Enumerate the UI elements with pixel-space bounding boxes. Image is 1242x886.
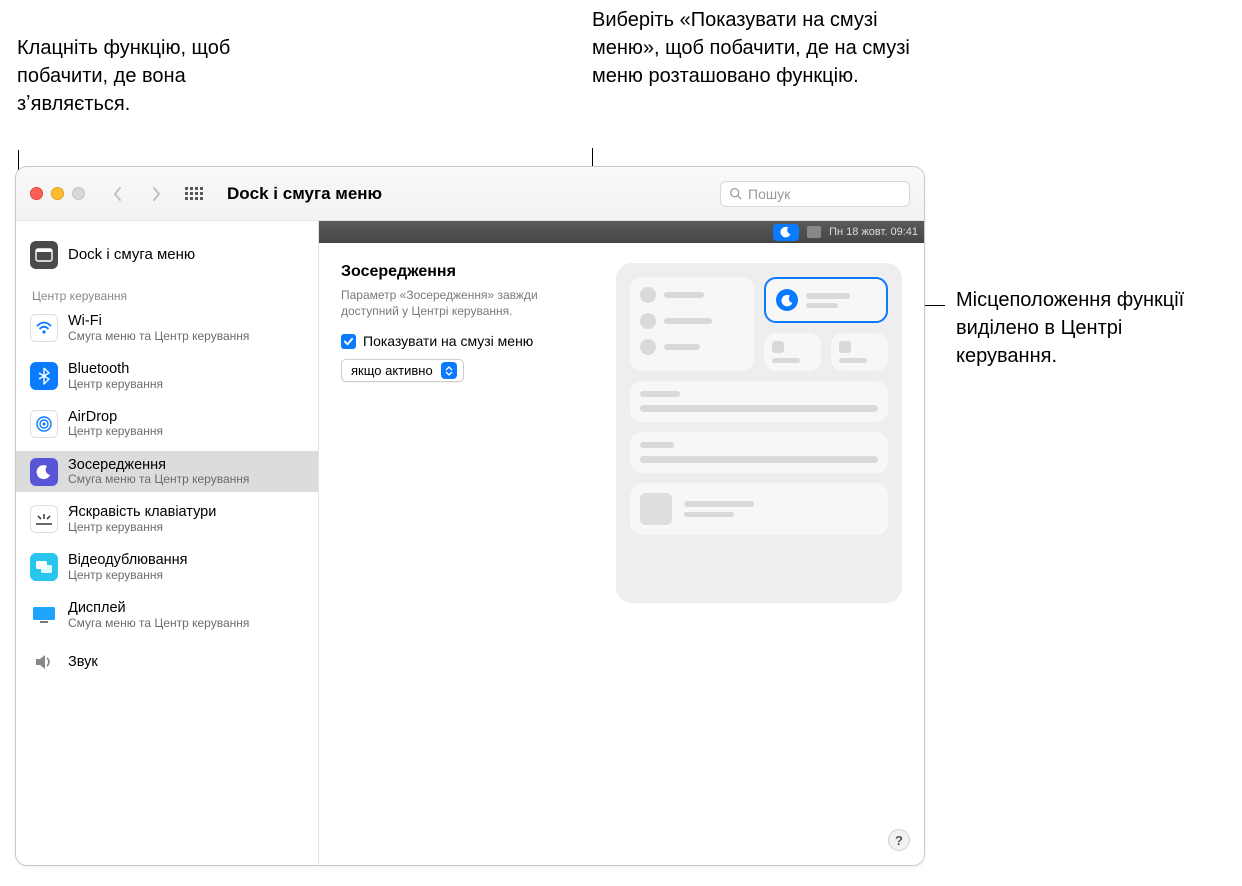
sidebar-item-sublabel: Центр керування: [68, 569, 188, 582]
window-title: Dock і смуга меню: [227, 184, 382, 204]
sidebar-item-label: Дисплей: [68, 600, 249, 617]
sidebar-item-label: Зосередження: [68, 457, 249, 474]
callout-right: Місцеположення функції виділено в Центрі…: [956, 286, 1216, 370]
help-button[interactable]: ?: [888, 829, 910, 851]
sidebar-item-label: AirDrop: [68, 409, 163, 426]
when-active-select[interactable]: якщо активно: [341, 359, 464, 382]
sidebar-item-bluetooth[interactable]: Bluetooth Центр керування: [16, 355, 318, 397]
screen-mirroring-icon: [30, 553, 58, 581]
menubar-preview: Пн 18 жовт. 09:41: [319, 221, 924, 243]
show-all-button[interactable]: [179, 182, 209, 206]
settings-heading: Зосередження: [341, 263, 596, 281]
sidebar-section-header: Центр керування: [16, 275, 318, 307]
sidebar-item-sublabel: Смуга меню та Центр керування: [68, 617, 249, 630]
sidebar-item-label: Dock і смуга меню: [68, 246, 195, 263]
callout-left: Клацніть функцію, щоб побачити, де вона …: [17, 34, 247, 118]
moon-icon: [776, 289, 798, 311]
forward-button: [141, 182, 171, 206]
toolbar: Dock і смуга меню Пошук: [16, 167, 924, 221]
menubar-datetime: Пн 18 жовт. 09:41: [829, 226, 918, 238]
checkbox-icon: [341, 334, 356, 349]
bluetooth-icon: [30, 362, 58, 390]
sidebar-item-label: Відеодублювання: [68, 552, 188, 569]
settings-description: Параметр «Зосередження» завжди доступний…: [341, 287, 596, 319]
menubar-control-center-icon: [807, 226, 821, 238]
cc-tile: [764, 333, 821, 371]
callout-top: Виберіть «Показувати на смузі меню», щоб…: [592, 6, 912, 90]
minimize-window-button[interactable]: [51, 187, 64, 200]
show-in-menubar-checkbox[interactable]: Показувати на смузі меню: [341, 333, 596, 349]
window-controls: [30, 187, 85, 200]
checkbox-label: Показувати на смузі меню: [363, 333, 533, 349]
sidebar-item-airdrop[interactable]: AirDrop Центр керування: [16, 403, 318, 445]
sidebar-item-label: Яскравість клавіатури: [68, 504, 216, 521]
control-center-preview: [616, 263, 902, 603]
cc-tile: [630, 432, 888, 473]
dock-menubar-icon: [30, 241, 58, 269]
display-icon: [30, 601, 58, 629]
sidebar-item-sound[interactable]: Звук: [16, 642, 318, 682]
menubar-focus-chip: [773, 224, 799, 241]
main-content: Пн 18 жовт. 09:41 Зосередження Параметр …: [318, 221, 924, 865]
sound-icon: [30, 648, 58, 676]
cc-tile: [831, 333, 888, 371]
cc-tile: [630, 381, 888, 422]
search-placeholder: Пошук: [748, 186, 790, 202]
sidebar-item-screen-mirroring[interactable]: Відеодублювання Центр керування: [16, 546, 318, 588]
sidebar: Dock і смуга меню Центр керування Wi-Fi …: [16, 221, 318, 865]
settings-column: Зосередження Параметр «Зосередження» зав…: [341, 263, 596, 603]
sidebar-item-sublabel: Смуга меню та Центр керування: [68, 330, 249, 343]
search-input[interactable]: Пошук: [720, 181, 910, 207]
back-button[interactable]: [103, 182, 133, 206]
keyboard-brightness-icon: [30, 505, 58, 533]
grid-icon: [185, 187, 203, 200]
sidebar-item-sublabel: Центр керування: [68, 521, 216, 534]
select-value: якщо активно: [351, 363, 433, 378]
sidebar-item-sublabel: Центр керування: [68, 378, 163, 391]
sidebar-item-label: Звук: [68, 654, 98, 671]
thumbnail-icon: [640, 493, 672, 525]
select-arrows-icon: [441, 362, 457, 379]
preferences-window: Dock і смуга меню Пошук Dock і смуга мен…: [15, 166, 925, 866]
sidebar-item-wifi[interactable]: Wi-Fi Смуга меню та Центр керування: [16, 307, 318, 349]
cc-tile: [630, 277, 754, 371]
focus-icon: [30, 458, 58, 486]
airdrop-icon: [30, 410, 58, 438]
sidebar-item-dock-menubar[interactable]: Dock і смуга меню: [16, 235, 318, 275]
sidebar-item-keyboard-brightness[interactable]: Яскравість клавіатури Центр керування: [16, 498, 318, 540]
sidebar-item-display[interactable]: Дисплей Смуга меню та Центр керування: [16, 594, 318, 636]
cc-tile: [630, 483, 888, 535]
wifi-icon: [30, 314, 58, 342]
sidebar-item-focus[interactable]: Зосередження Смуга меню та Центр керуван…: [16, 451, 318, 493]
sidebar-item-label: Bluetooth: [68, 361, 163, 378]
search-icon: [729, 187, 742, 200]
cc-tile-focus-highlighted: [764, 277, 888, 323]
sidebar-item-sublabel: Смуга меню та Центр керування: [68, 473, 249, 486]
fullscreen-window-button: [72, 187, 85, 200]
close-window-button[interactable]: [30, 187, 43, 200]
sidebar-item-sublabel: Центр керування: [68, 425, 163, 438]
sidebar-item-label: Wi-Fi: [68, 313, 249, 330]
